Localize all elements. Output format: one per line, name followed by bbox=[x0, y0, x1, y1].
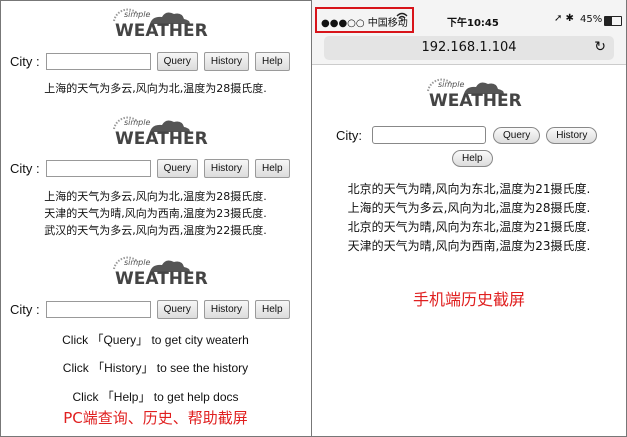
help-line: Click 「History」 to see the history bbox=[62, 361, 249, 375]
city-input[interactable] bbox=[45, 52, 151, 70]
search-row: City : Query History Help bbox=[10, 298, 290, 320]
clock: 下午10:45 bbox=[447, 18, 499, 29]
carrier-text: ●●●○○ 中国移动 bbox=[321, 18, 408, 29]
status-bar: ●●●○○ 中国移动 下午10:45 ➚ ✱ 45% bbox=[312, 0, 626, 34]
city-label: City: bbox=[336, 127, 362, 143]
pc-panel: simple WEATHER City : Query History Help… bbox=[0, 0, 311, 437]
search-row: City : Query History Help bbox=[10, 157, 290, 179]
help-button[interactable]: Help bbox=[452, 150, 493, 167]
history-line: 上海的天气为多云,风向为北,温度为28摄氏度. bbox=[347, 201, 591, 215]
wifi-icon bbox=[396, 12, 408, 25]
weather-logo: simple WEATHER bbox=[424, 78, 522, 112]
help-line: Click 「Help」 to get help docs bbox=[72, 390, 239, 404]
mobile-panel: ●●●○○ 中国移动 下午10:45 ➚ ✱ 45% 192.168.1.104… bbox=[312, 0, 626, 437]
city-input[interactable] bbox=[372, 126, 486, 144]
query-button[interactable]: Query bbox=[156, 299, 198, 319]
city-input[interactable] bbox=[45, 300, 151, 318]
logo-simple: simple bbox=[438, 80, 465, 89]
history-line: 北京的天气为晴,风向为东北,温度为21摄氏度. bbox=[347, 220, 591, 234]
help-button[interactable]: Help bbox=[254, 299, 290, 319]
history-list: 北京的天气为晴,风向为东北,温度为21摄氏度. 上海的天气为多云,风向为北,温度… bbox=[312, 180, 626, 256]
url-bar: 192.168.1.104 ↻ bbox=[312, 34, 626, 65]
history-line: 上海的天气为多云,风向为北,温度为28摄氏度. bbox=[44, 190, 267, 203]
city-label: City : bbox=[10, 53, 40, 69]
city-label: City : bbox=[10, 301, 40, 317]
help-line: Click 「Query」 to get city weaterh bbox=[62, 333, 249, 347]
weather-logo: simple WEATHER bbox=[110, 116, 208, 150]
logo-simple: simple bbox=[124, 10, 151, 19]
help-button[interactable]: Help bbox=[254, 158, 290, 178]
mobile-search-row: City: Query History bbox=[336, 126, 598, 144]
query-button[interactable]: Query bbox=[493, 126, 541, 144]
weather-logo: simple WEATHER bbox=[110, 256, 208, 290]
logo-simple: simple bbox=[124, 118, 151, 127]
logo-weather: WEATHER bbox=[429, 91, 522, 111]
history-line: 武汉的天气为多云,风向为西,温度为22摄氏度. bbox=[44, 224, 267, 237]
logo-weather: WEATHER bbox=[115, 129, 208, 149]
logo-simple: simple bbox=[124, 258, 151, 267]
city-input[interactable] bbox=[45, 159, 151, 177]
location-bluetooth-icons: ➚ ✱ bbox=[554, 13, 574, 24]
history-line: 天津的天气为晴,风向为西南,温度为23摄氏度. bbox=[44, 207, 267, 220]
help-button[interactable]: Help bbox=[254, 51, 290, 71]
history-line: 北京的天气为晴,风向为东北,温度为21摄氏度. bbox=[347, 182, 591, 196]
history-button[interactable]: History bbox=[203, 158, 249, 178]
history-button[interactable]: History bbox=[203, 299, 249, 319]
query-button[interactable]: Query bbox=[156, 158, 198, 178]
history-button[interactable]: History bbox=[203, 51, 249, 71]
result-line: 上海的天气为多云,风向为北,温度为28摄氏度. bbox=[44, 82, 267, 95]
logo-weather: WEATHER bbox=[115, 269, 208, 289]
address-field[interactable]: 192.168.1.104 ↻ bbox=[324, 36, 614, 60]
battery-percent: 45% bbox=[580, 14, 603, 25]
weather-logo: simple WEATHER bbox=[110, 8, 208, 42]
history-line: 天津的天气为晴,风向为西南,温度为23摄氏度. bbox=[347, 239, 591, 253]
battery-icon bbox=[604, 16, 622, 26]
city-label: City : bbox=[10, 160, 40, 176]
url-text: 192.168.1.104 bbox=[421, 40, 517, 55]
mobile-caption: 手机端历史截屏 bbox=[412, 290, 525, 309]
history-button[interactable]: History bbox=[546, 126, 598, 144]
search-row: City : Query History Help bbox=[10, 50, 290, 72]
query-button[interactable]: Query bbox=[156, 51, 198, 71]
logo-weather: WEATHER bbox=[115, 21, 208, 41]
pc-caption: PC端查询、历史、帮助截屏 bbox=[63, 409, 248, 427]
reload-icon[interactable]: ↻ bbox=[594, 39, 606, 55]
